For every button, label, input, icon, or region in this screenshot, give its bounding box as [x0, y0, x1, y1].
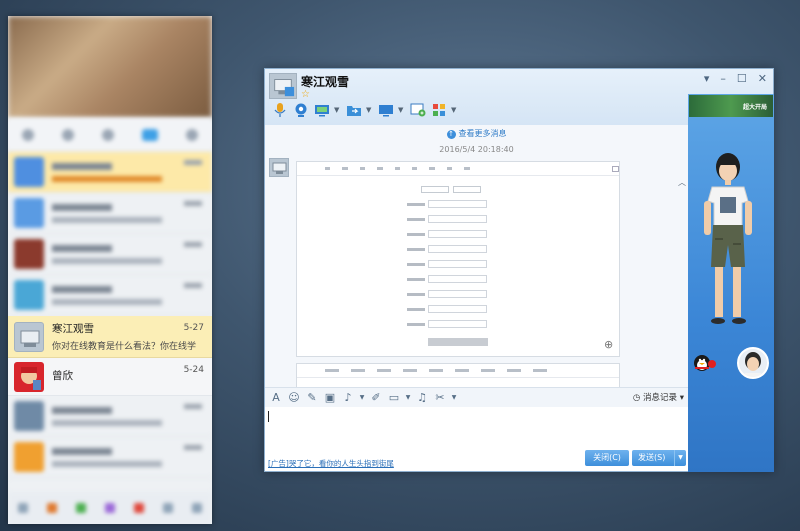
avatar: [14, 401, 44, 431]
conversation-list: 寒江观雪 你对在线教育是什么看法？你在线学 5-27 曾欣 5-24: [8, 152, 212, 478]
avatar: [14, 280, 44, 310]
chevron-down-icon[interactable]: ▼: [359, 394, 365, 401]
list-item[interactable]: [8, 152, 212, 193]
font-icon[interactable]: A: [269, 391, 283, 404]
text-caret: [268, 411, 269, 422]
list-item[interactable]: [8, 234, 212, 275]
chat-window: 寒江观雪 ☆ ▾ – ☐ ✕ ▼ ▼ ▼ ▼ ↑ 查看更多消息 2016/5/4…: [264, 68, 774, 472]
ad-banner[interactable]: 超大开局: [689, 95, 773, 117]
star-icon[interactable]: ☆: [301, 89, 310, 100]
screenshot-icon[interactable]: ✂: [433, 391, 447, 404]
bottom-bar: [广告]哭了它，看你的人生头指到街尾 关闭(C) 发送(S) ▼: [265, 450, 688, 471]
menu-dropdown-icon[interactable]: ▾: [704, 72, 710, 85]
avatar: [14, 442, 44, 472]
webcam-icon[interactable]: [292, 101, 310, 119]
close-button[interactable]: 关闭(C): [585, 450, 629, 466]
profile-banner: [8, 16, 212, 118]
message-date: 5-24: [183, 365, 204, 375]
shake-icon[interactable]: ▣: [323, 391, 337, 404]
apps-icon[interactable]: [430, 101, 448, 119]
chat-title: 寒江观雪: [301, 75, 350, 89]
ad-link[interactable]: [广告]哭了它，看你的人生头指到街尾: [268, 458, 394, 469]
friend-avatar[interactable]: [737, 347, 769, 379]
collapse-up-icon[interactable]: ︿: [678, 177, 686, 188]
folder-transfer-icon[interactable]: [345, 101, 363, 119]
avatar: [14, 321, 44, 352]
list-item[interactable]: [8, 396, 212, 437]
sender-avatar[interactable]: [269, 158, 289, 177]
avatar: [14, 239, 44, 269]
tab-groups[interactable]: [62, 128, 74, 141]
close-icon[interactable]: ✕: [758, 72, 767, 85]
screen-share-icon[interactable]: [313, 101, 331, 119]
remote-desktop-icon[interactable]: [377, 101, 395, 119]
tab-space[interactable]: [102, 128, 114, 141]
clock-icon: ↑: [446, 130, 456, 139]
microphone-icon[interactable]: [271, 101, 289, 119]
send-button[interactable]: 发送(S) ▼: [632, 450, 686, 466]
chevron-down-icon[interactable]: ▼: [398, 106, 406, 114]
music-icon[interactable]: ♫: [415, 391, 429, 404]
chevron-down-icon[interactable]: ▼: [405, 394, 411, 401]
chevron-down-icon[interactable]: ▼: [451, 106, 459, 114]
maximize-icon[interactable]: ☐: [737, 72, 747, 85]
contact-panel-footer: [8, 492, 212, 524]
image-icon[interactable]: ▭: [387, 391, 401, 404]
voice-icon[interactable]: ♪: [341, 391, 355, 404]
list-item[interactable]: [8, 275, 212, 316]
show-panel: 超大开局: [688, 94, 774, 472]
avatar: [14, 361, 44, 392]
zoom-icon[interactable]: ⊕: [604, 338, 613, 351]
message-history-button[interactable]: ◷ 消息记录 ▾: [633, 391, 684, 403]
view-more-link[interactable]: ↑ 查看更多消息: [265, 128, 688, 139]
contact-avatar[interactable]: [269, 73, 297, 99]
minimize-icon[interactable]: –: [720, 72, 726, 85]
tab-messages[interactable]: [142, 128, 158, 141]
contact-tabs: [8, 118, 212, 152]
list-item[interactable]: [8, 193, 212, 234]
avatar: [14, 198, 44, 228]
chevron-down-icon[interactable]: ▼: [451, 394, 457, 401]
message-preview: 你对在线教育是什么看法？你在线学: [52, 342, 197, 352]
edit-icon[interactable]: ✐: [369, 391, 383, 404]
chevron-down-icon[interactable]: ▼: [674, 450, 686, 466]
qq-penguin-icon[interactable]: [691, 352, 717, 372]
list-item[interactable]: 曾欣 5-24: [8, 358, 212, 396]
screenshot-image[interactable]: [296, 363, 620, 387]
list-item-selected[interactable]: 寒江观雪 你对在线教育是什么看法？你在线学 5-27: [8, 316, 212, 358]
message-pane: ↑ 查看更多消息 2016/5/4 20:18:40 ⊕ ︿: [265, 125, 688, 387]
group-chat-icon[interactable]: [409, 101, 427, 119]
message-timestamp: 2016/5/4 20:18:40: [439, 145, 514, 154]
chat-toolbar: ▼ ▼ ▼ ▼: [271, 101, 459, 119]
emoji-icon[interactable]: ☺: [287, 391, 301, 404]
list-item[interactable]: [8, 437, 212, 478]
message-date: 5-27: [183, 323, 204, 333]
window-controls: ▾ – ☐ ✕: [704, 72, 767, 85]
chevron-down-icon[interactable]: ▼: [366, 106, 374, 114]
input-toolbar: A ☺ ✎ ▣ ♪ ▼ ✐ ▭ ▼ ♫ ✂ ▼ ◷ 消息记录 ▾: [265, 387, 688, 407]
magic-icon[interactable]: ✎: [305, 391, 319, 404]
avatar-show-figure[interactable]: [698, 149, 760, 343]
tab-more[interactable]: [186, 128, 198, 141]
message-input[interactable]: [265, 407, 688, 453]
tab-contacts[interactable]: [22, 128, 34, 141]
chevron-down-icon[interactable]: ▼: [334, 106, 342, 114]
avatar: [14, 157, 44, 187]
contact-list-panel: 寒江观雪 你对在线教育是什么看法？你在线学 5-27 曾欣 5-24: [8, 16, 212, 524]
screenshot-image[interactable]: [296, 161, 620, 357]
